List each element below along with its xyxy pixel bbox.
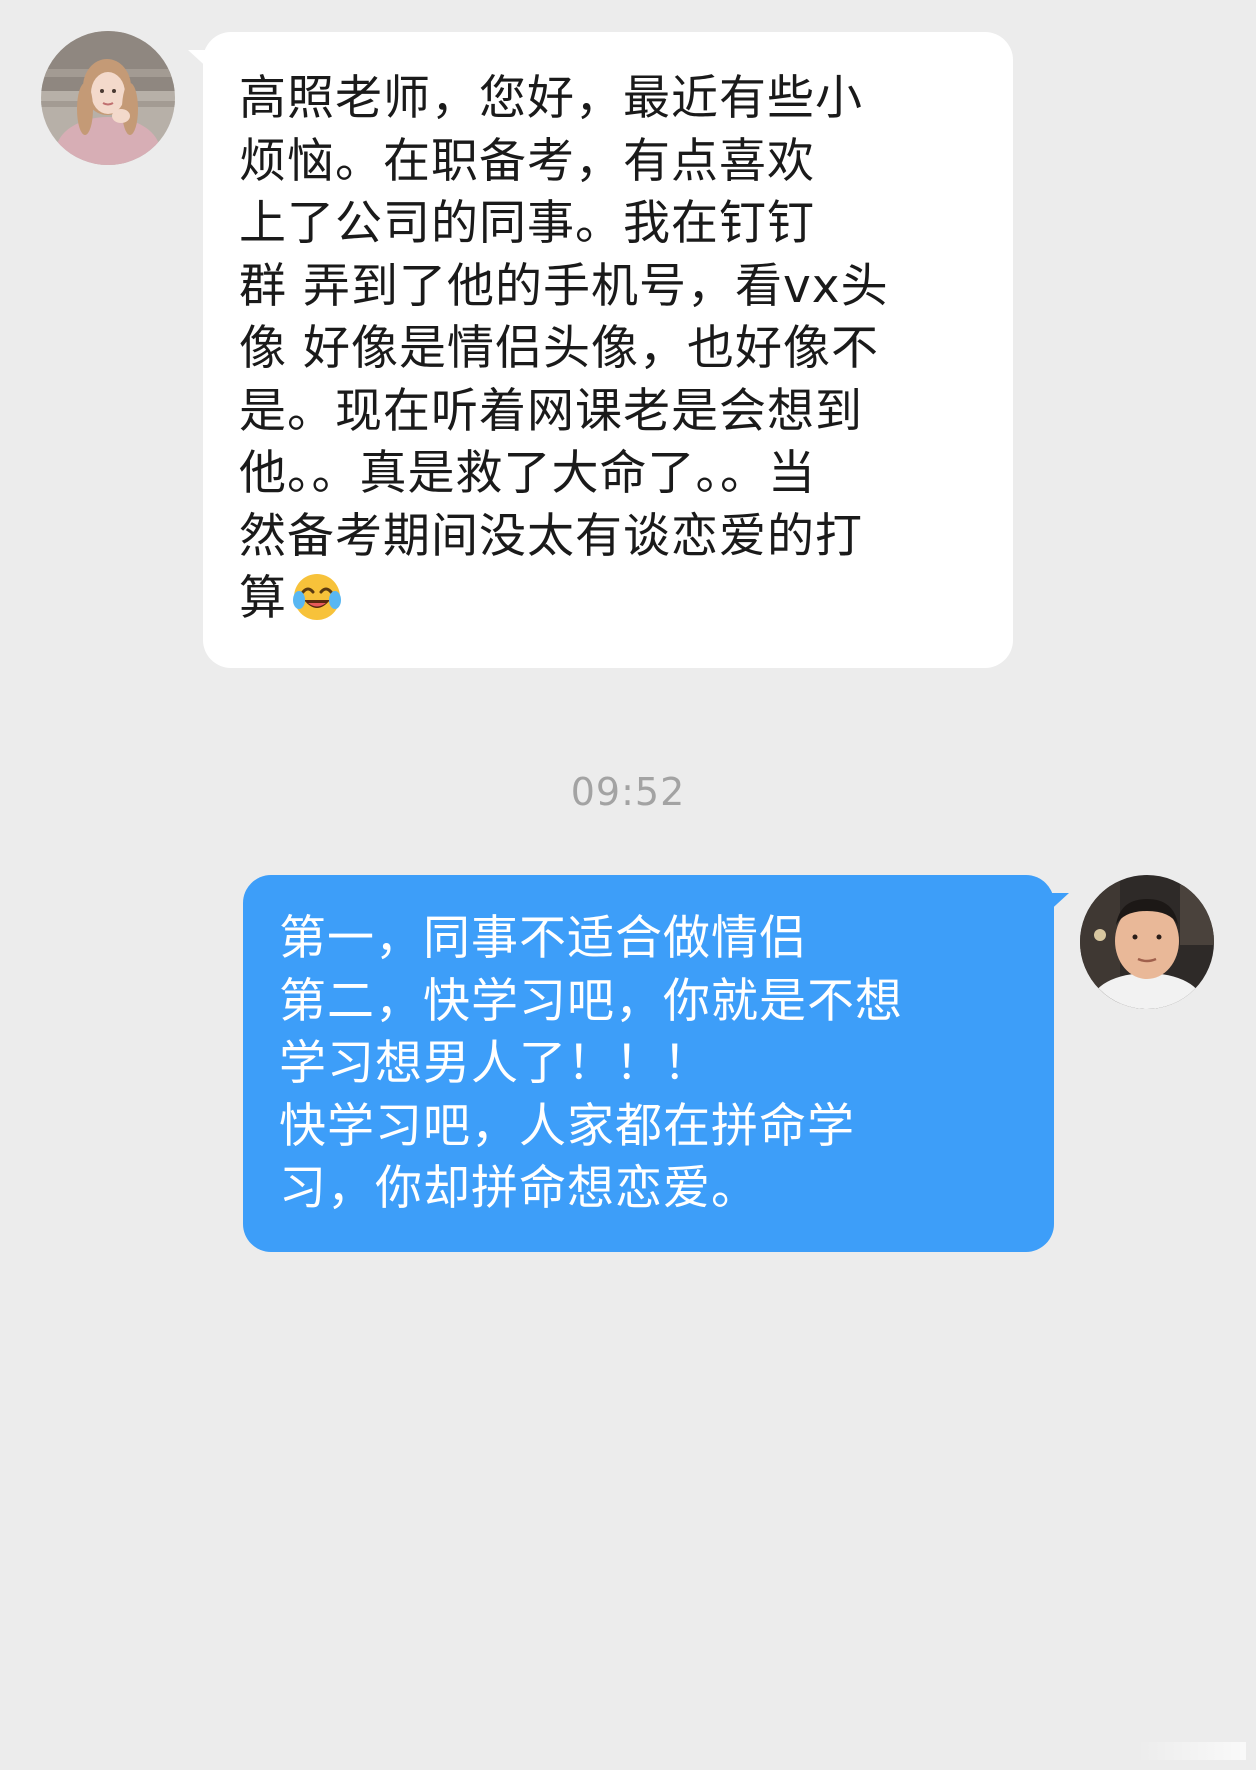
message-line: 像 好像是情侣头像，也好像不 [239,321,879,376]
message-line: 他。。真是救了大命了。。当 [239,446,816,501]
message-line-last: 算 [239,568,993,631]
man-avatar-icon [1080,875,1214,1009]
message-line: 习，你却拼命想恋爱。 [279,1161,759,1216]
message-line: 然备考期间没太有谈恋爱的打 [239,508,863,564]
message-line: 烦恼。在职备考，有点喜欢 [239,133,815,189]
message-timestamp: 09:52 [570,770,686,814]
girl-avatar-icon [41,31,175,165]
message-line: 第一，同事不适合做情侣 [279,911,807,966]
incoming-message-bubble[interactable]: 高照老师，您好，最近有些小 烦恼。在职备考，有点喜欢 上了公司的同事。我在钉钉 … [188,32,1013,668]
message-line: 群 弄到了他的手机号，看vx头 [239,258,889,314]
own-avatar[interactable] [1080,875,1214,1009]
message-line-text: 算 [239,571,287,626]
message-line: 是。现在听着网课老是会想到 [239,383,863,439]
message-line: 快学习吧，人家都在拼命学 [279,1098,855,1154]
message-line: 学习想男人了！！！ [279,1036,711,1091]
outgoing-message-bubble[interactable]: 第一，同事不适合做情侣 第二，快学习吧，你就是不想 学习想男人了！！！ 快学习吧… [243,875,1069,1252]
message-line: 高照老师，您好，最近有些小 [239,71,863,126]
watermark-strip [1136,1742,1246,1760]
message-line: 第二，快学习吧，你就是不想 [279,973,903,1029]
laughing-crying-emoji-icon [291,570,343,622]
sender-avatar[interactable] [41,31,175,165]
message-line: 上了公司的同事。我在钉钉 [239,196,815,251]
